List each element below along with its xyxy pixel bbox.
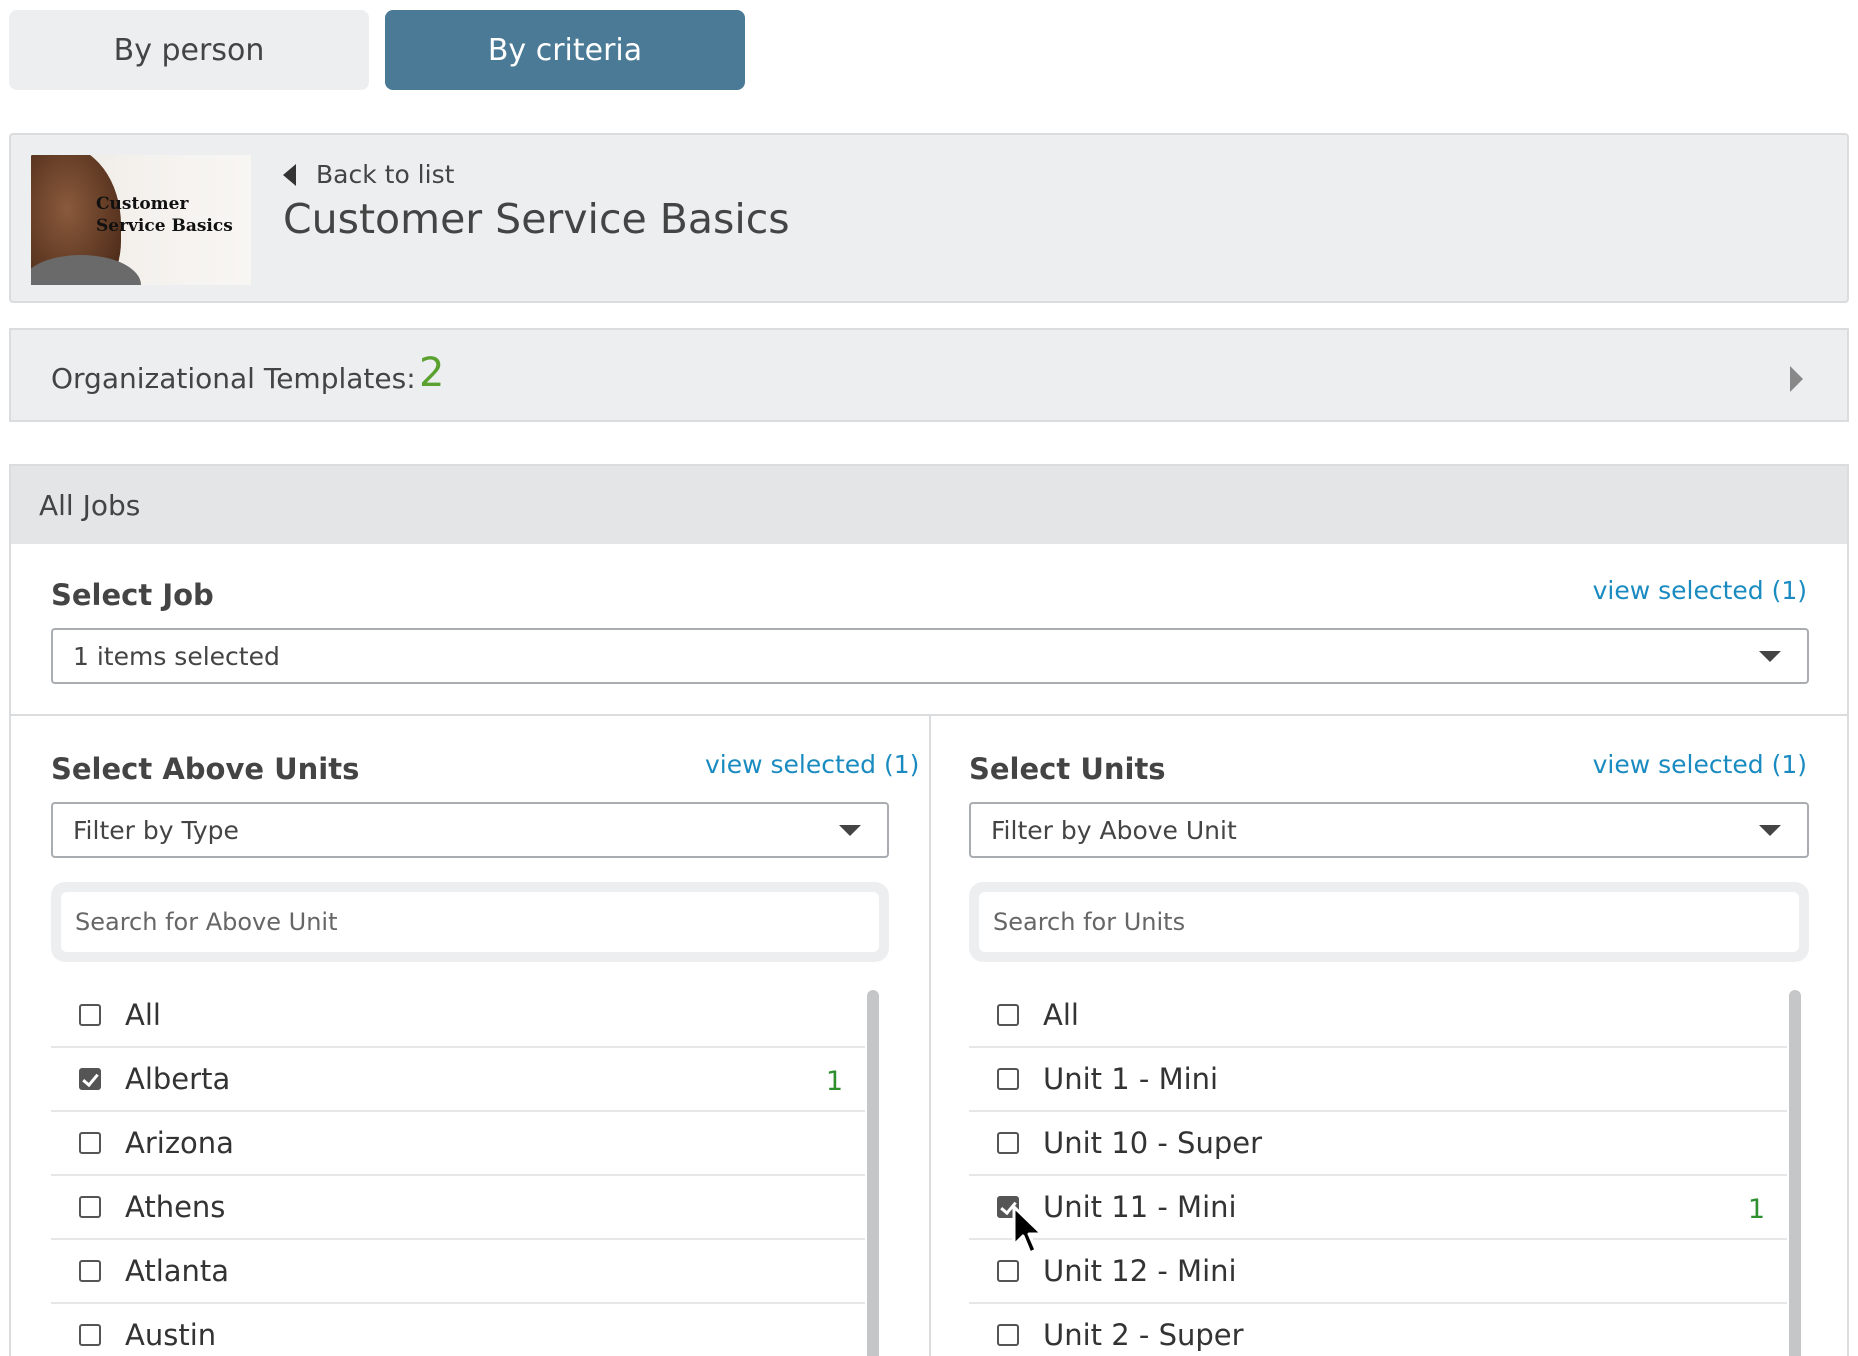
above-unit-search-wrapper: [51, 882, 889, 962]
list-item[interactable]: Athens: [51, 1176, 865, 1240]
above-unit-search-input[interactable]: [61, 892, 879, 952]
checkbox[interactable]: [79, 1260, 101, 1282]
above-units-scrollbar[interactable]: [867, 990, 879, 1356]
list-item-label: Alberta: [125, 1062, 231, 1096]
units-scrollbar[interactable]: [1789, 990, 1801, 1356]
list-item[interactable]: Arizona: [51, 1112, 865, 1176]
chevron-down-icon: [1759, 825, 1781, 836]
back-to-list-label: Back to list: [316, 160, 455, 189]
tab-by-criteria-label: By criteria: [487, 32, 643, 68]
unit-search-wrapper: [969, 882, 1809, 962]
list-item-count: 1: [1747, 1194, 1765, 1225]
chevron-down-icon: [839, 825, 861, 836]
checkbox[interactable]: [79, 1004, 101, 1026]
above-units-list: All Alberta 1 Arizona Athens Atlanta Austin: [51, 984, 865, 1356]
units-list: All Unit 1 - Mini Unit 10 - Super Unit 11 -…: [969, 984, 1787, 1356]
back-to-list-link[interactable]: Back to list: [283, 160, 454, 189]
list-item[interactable]: Unit 12 - Mini: [969, 1240, 1787, 1304]
units-view-selected-link[interactable]: view selected (1): [1593, 750, 1807, 779]
all-jobs-panel: All Jobs Select Job view selected (1) 1 …: [9, 464, 1849, 1356]
course-header: Customer Service Basics Back to list Cus…: [9, 133, 1849, 303]
checkbox[interactable]: [997, 1260, 1019, 1282]
chevron-down-icon: [1759, 651, 1781, 662]
list-item[interactable]: Unit 2 - Super: [969, 1304, 1787, 1356]
course-thumbnail: Customer Service Basics: [31, 155, 251, 285]
checkbox[interactable]: [79, 1132, 101, 1154]
list-item[interactable]: Unit 11 - Mini 1: [969, 1176, 1787, 1240]
checkbox[interactable]: [997, 1004, 1019, 1026]
filter-by-type-value: Filter by Type: [73, 815, 239, 845]
tab-by-person[interactable]: By person: [9, 10, 369, 90]
select-job-value: 1 items selected: [73, 641, 280, 671]
list-item-label: Austin: [125, 1318, 217, 1352]
select-job-title: Select Job: [51, 578, 214, 612]
list-item[interactable]: Unit 10 - Super: [969, 1112, 1787, 1176]
unit-search-input[interactable]: [979, 892, 1799, 952]
checkbox[interactable]: [997, 1132, 1019, 1154]
checkbox[interactable]: [997, 1068, 1019, 1090]
list-item-label: Unit 1 - Mini: [1043, 1062, 1219, 1096]
caret-left-icon: [283, 163, 296, 186]
checkbox[interactable]: [997, 1324, 1019, 1346]
org-templates-label: Organizational Templates:: [51, 362, 416, 395]
list-item-label: All: [1043, 998, 1079, 1032]
thumbnail-shoulder-shape: [31, 255, 141, 285]
checkbox[interactable]: [79, 1196, 101, 1218]
list-item-label: Arizona: [125, 1126, 234, 1160]
checkbox-checked[interactable]: [79, 1068, 101, 1090]
select-job-view-selected-link[interactable]: view selected (1): [1593, 576, 1807, 605]
list-item-label: Unit 10 - Super: [1043, 1126, 1263, 1160]
filter-by-above-unit-value: Filter by Above Unit: [991, 815, 1237, 845]
list-item[interactable]: Alberta 1: [51, 1048, 865, 1112]
list-item[interactable]: All: [969, 984, 1787, 1048]
caret-right-icon: [1790, 366, 1803, 392]
list-item-label: Athens: [125, 1190, 226, 1224]
select-above-units-title: Select Above Units: [51, 752, 360, 786]
select-job-dropdown[interactable]: 1 items selected: [51, 628, 1809, 684]
list-item-label: Unit 11 - Mini: [1043, 1190, 1237, 1224]
list-item-label: Unit 12 - Mini: [1043, 1254, 1237, 1288]
list-item-label: Atlanta: [125, 1254, 230, 1288]
tab-by-person-label: By person: [113, 32, 265, 68]
list-item[interactable]: Atlanta: [51, 1240, 865, 1304]
page: By person By criteria Customer Service B…: [0, 0, 1858, 1356]
course-title: Customer Service Basics: [283, 195, 790, 243]
list-item-label: Unit 2 - Super: [1043, 1318, 1244, 1352]
list-item[interactable]: All: [51, 984, 865, 1048]
list-item[interactable]: Austin: [51, 1304, 865, 1356]
mouse-pointer-icon: [1012, 1205, 1044, 1255]
all-jobs-header: All Jobs: [11, 466, 1847, 544]
vertical-divider: [929, 716, 931, 1356]
org-templates-count: 2: [419, 350, 445, 396]
filter-by-above-unit-dropdown[interactable]: Filter by Above Unit: [969, 802, 1809, 858]
above-units-view-selected-link[interactable]: view selected (1): [705, 750, 919, 779]
select-units-title: Select Units: [969, 752, 1166, 786]
filter-by-type-dropdown[interactable]: Filter by Type: [51, 802, 889, 858]
checkbox[interactable]: [79, 1324, 101, 1346]
tab-by-criteria[interactable]: By criteria: [385, 10, 745, 90]
list-item-label: All: [125, 998, 161, 1032]
organizational-templates-bar[interactable]: Organizational Templates: 2: [9, 328, 1849, 422]
list-item-count: 1: [825, 1066, 843, 1097]
list-item[interactable]: Unit 1 - Mini: [969, 1048, 1787, 1112]
thumbnail-text: Customer Service Basics: [96, 194, 233, 236]
